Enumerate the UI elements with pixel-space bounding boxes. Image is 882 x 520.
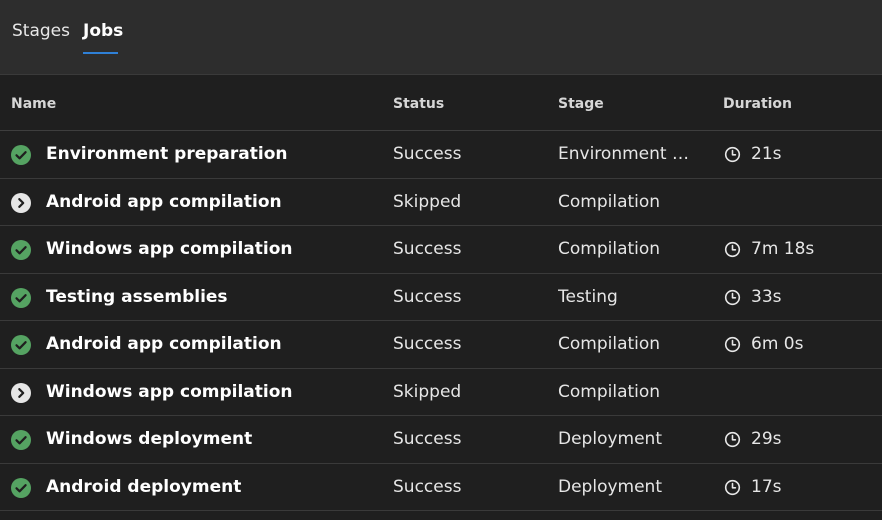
job-duration: 33s (751, 286, 782, 307)
job-name[interactable]: Environment preparation (46, 144, 288, 164)
check-circle-icon (11, 287, 31, 308)
jobs-table: Name Status Stage Duration Environment p… (0, 75, 882, 511)
job-name[interactable]: Windows app compilation (46, 382, 293, 402)
column-header-status[interactable]: Status (393, 96, 444, 112)
job-stage: Environment pr... (558, 144, 693, 164)
table-row[interactable]: Android deployment Success Deployment 17s (0, 464, 882, 511)
job-status: Success (393, 429, 462, 449)
job-name[interactable]: Android app compilation (46, 334, 282, 354)
job-name[interactable]: Testing assemblies (46, 287, 228, 307)
job-status: Success (393, 476, 462, 497)
check-circle-icon (11, 430, 31, 450)
skip-circle-icon (11, 382, 31, 403)
column-header-stage[interactable]: Stage (558, 96, 604, 112)
job-stage: Deployment (558, 429, 662, 449)
job-name[interactable]: Android app compilation (46, 192, 282, 212)
tab-jobs[interactable]: Jobs (83, 21, 123, 41)
job-duration: 21s (751, 144, 782, 164)
job-duration: 17s (751, 476, 782, 497)
active-tab-indicator (83, 52, 118, 54)
clock-icon (724, 431, 741, 448)
job-status: Skipped (393, 381, 462, 402)
skip-circle-icon (11, 192, 31, 213)
clock-icon (724, 241, 741, 258)
job-duration: 29s (751, 429, 782, 449)
job-status: Success (393, 286, 462, 307)
table-row[interactable]: Windows deployment Success Deployment 29s (0, 416, 882, 464)
check-circle-icon (11, 477, 31, 498)
job-status: Success (393, 144, 462, 164)
clock-icon (724, 146, 741, 163)
table-row[interactable]: Android app compilation Skipped Compilatio… (0, 179, 882, 226)
job-stage: Compilation (558, 239, 661, 259)
column-header-name[interactable]: Name (11, 96, 56, 112)
job-duration: 6m 0s (751, 334, 804, 354)
job-stage: Testing (558, 286, 618, 307)
table-row[interactable]: Windows app compilation Success Compilatio… (0, 226, 882, 274)
job-name[interactable]: Windows deployment (46, 429, 252, 449)
table-body: Environment preparation Success Environmen… (0, 131, 882, 511)
job-stage: Compilation (558, 191, 661, 212)
job-status: Success (393, 334, 462, 354)
clock-icon (724, 479, 741, 496)
job-status: Skipped (393, 191, 462, 212)
tab-bar: Stages Jobs (0, 0, 882, 75)
tab-stages[interactable]: Stages (12, 21, 70, 41)
job-duration: 7m 18s (751, 239, 815, 259)
table-row[interactable]: Testing assemblies Success Testing 33s (0, 274, 882, 321)
job-stage: Compilation (558, 381, 661, 402)
job-name[interactable]: Windows app compilation (46, 239, 293, 259)
table-header: Name Status Stage Duration (0, 75, 882, 131)
clock-icon (724, 289, 741, 306)
clock-icon (724, 336, 741, 353)
job-stage: Compilation (558, 334, 661, 354)
check-circle-icon (11, 335, 31, 355)
check-circle-icon (11, 240, 31, 260)
table-row[interactable]: Environment preparation Success Environmen… (0, 131, 882, 179)
job-name[interactable]: Android deployment (46, 477, 241, 497)
check-circle-icon (11, 145, 31, 165)
column-header-duration[interactable]: Duration (723, 96, 792, 112)
job-stage: Deployment (558, 476, 662, 497)
table-row[interactable]: Android app compilation Success Compilatio… (0, 321, 882, 369)
table-row[interactable]: Windows app compilation Skipped Compilatio… (0, 369, 882, 416)
job-status: Success (393, 239, 462, 259)
